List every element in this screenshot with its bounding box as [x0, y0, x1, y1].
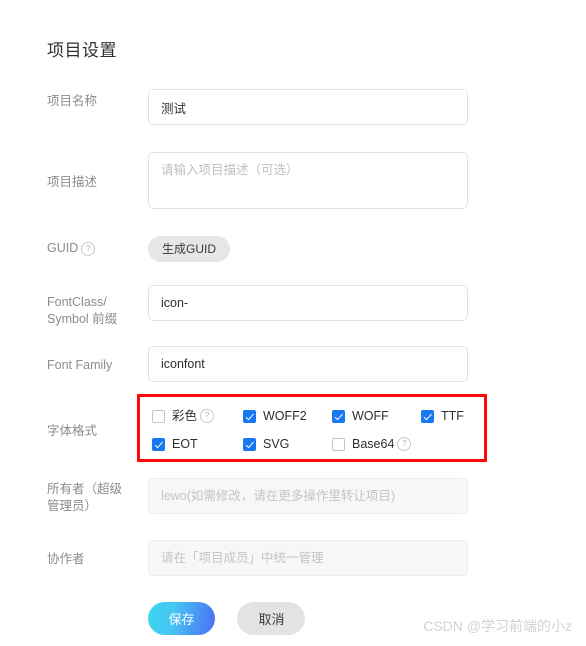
checkbox-label-svg: SVG: [263, 437, 290, 451]
label-owner-line2: 管理员）: [47, 499, 98, 513]
font-format-annotation-box: 彩色 ? WOFF2 WOFF TTF EOT SVG Base64 ?: [137, 394, 487, 462]
question-circle-icon[interactable]: ?: [397, 437, 412, 451]
field-project-name: [148, 89, 468, 125]
font-format-checkbox-group: 彩色 ? WOFF2 WOFF TTF EOT SVG Base64 ?: [140, 397, 490, 465]
checkbox-box-base64[interactable]: [332, 437, 345, 451]
label-project-description: 项目描述: [47, 175, 98, 189]
checkbox-label-color: 彩色: [172, 409, 198, 423]
label-guid: GUID?: [47, 240, 142, 257]
cancel-button[interactable]: 取消: [237, 602, 306, 635]
field-owner: [148, 478, 468, 514]
checkbox-label-woff: WOFF: [352, 409, 389, 423]
field-font-family: [148, 346, 468, 382]
checkbox-box-eot[interactable]: [152, 437, 165, 451]
label-project-name: 项目名称: [47, 94, 98, 108]
checkbox-eot[interactable]: EOT: [152, 437, 198, 451]
checkbox-color[interactable]: 彩色 ?: [152, 409, 215, 423]
label-fontclass-prefix-line2: Symbol 前缀: [47, 312, 118, 326]
label-owner: 所有者（超级 管理员）: [47, 481, 142, 515]
label-font-family: Font Family: [47, 358, 113, 372]
project-settings-page: 项目设置 项目名称 项目描述 GUID? 生成GUID FontClass/ S…: [0, 0, 586, 646]
checkbox-label-ttf: TTF: [441, 409, 464, 423]
label-fontclass-prefix-line1: FontClass/: [47, 295, 107, 309]
label-collaborator: 协作者: [47, 552, 85, 566]
checkbox-box-woff[interactable]: [332, 409, 345, 423]
question-circle-icon[interactable]: ?: [81, 242, 96, 256]
watermark: CSDN @学习前端的小z: [423, 618, 572, 634]
label-guid-text: GUID: [47, 241, 79, 255]
checkbox-label-eot: EOT: [172, 437, 198, 451]
save-button[interactable]: 保存: [148, 602, 215, 635]
field-fontclass-prefix: [148, 285, 468, 321]
checkbox-svg[interactable]: SVG: [243, 437, 289, 451]
label-fontclass-prefix: FontClass/ Symbol 前缀: [47, 294, 142, 328]
field-project-description: [148, 152, 468, 214]
checkbox-woff2[interactable]: WOFF2: [243, 409, 307, 423]
project-description-textarea[interactable]: [148, 152, 468, 209]
page-title: 项目设置: [47, 41, 117, 60]
fontclass-prefix-input[interactable]: [148, 285, 468, 321]
checkbox-woff[interactable]: WOFF: [332, 409, 389, 423]
checkbox-box-svg[interactable]: [243, 437, 256, 451]
question-circle-icon[interactable]: ?: [200, 409, 215, 423]
checkbox-label-woff2: WOFF2: [263, 409, 307, 423]
project-name-input[interactable]: [148, 89, 468, 125]
checkbox-ttf[interactable]: TTF: [421, 409, 464, 423]
form-actions: 保存 取消: [148, 602, 306, 635]
label-font-format: 字体格式: [47, 424, 98, 438]
font-family-input[interactable]: [148, 346, 468, 382]
owner-input[interactable]: [148, 478, 468, 514]
checkbox-box-color[interactable]: [152, 409, 165, 423]
checkbox-box-ttf[interactable]: [421, 409, 434, 423]
field-collaborator: [148, 540, 468, 576]
field-guid: 生成GUID: [148, 236, 231, 262]
collaborator-input[interactable]: [148, 540, 468, 576]
checkbox-label-base64: Base64: [352, 437, 395, 451]
label-owner-line1: 所有者（超级: [47, 482, 123, 496]
generate-guid-button[interactable]: 生成GUID: [148, 236, 231, 262]
checkbox-base64[interactable]: Base64 ?: [332, 437, 412, 451]
checkbox-box-woff2[interactable]: [243, 409, 256, 423]
